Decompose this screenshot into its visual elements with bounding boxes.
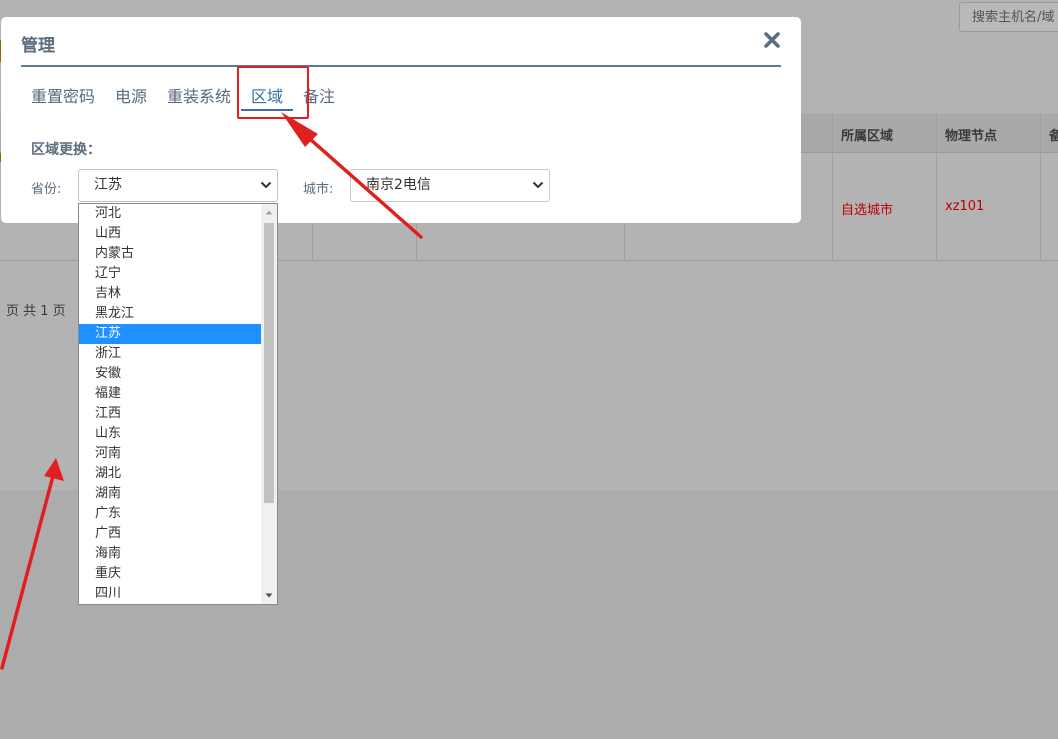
province-option[interactable]: 河北 bbox=[79, 204, 261, 224]
column-header-region: 所属区域 bbox=[841, 129, 894, 144]
column-header-notes: 备 bbox=[1049, 129, 1058, 144]
province-select[interactable]: 江苏 bbox=[78, 169, 278, 202]
cell-region: 自选城市 bbox=[841, 203, 894, 218]
province-option[interactable]: 山东 bbox=[79, 424, 261, 444]
chevron-down-icon bbox=[260, 181, 272, 189]
province-option[interactable]: 广西 bbox=[79, 524, 261, 544]
close-icon bbox=[764, 32, 780, 48]
province-option[interactable]: 浙江 bbox=[79, 344, 261, 364]
province-option[interactable]: 海南 bbox=[79, 544, 261, 564]
tab-power[interactable]: 电源 bbox=[115, 83, 147, 107]
title-divider bbox=[21, 65, 781, 67]
city-label: 城市: bbox=[303, 182, 334, 197]
cell-node: xz101 bbox=[945, 199, 985, 214]
province-dropdown-list[interactable]: 河北 山西 内蒙古 辽宁 吉林 黑龙江 江苏 浙江 安徽 福建 江西 山东 河南… bbox=[78, 203, 278, 605]
province-option[interactable]: 重庆 bbox=[79, 564, 261, 584]
province-option[interactable]: 内蒙古 bbox=[79, 244, 261, 264]
city-select[interactable]: 南京2电信 bbox=[350, 169, 550, 202]
chevron-down-icon bbox=[532, 181, 544, 189]
province-option[interactable]: 黑龙江 bbox=[79, 304, 261, 324]
close-button[interactable] bbox=[761, 29, 783, 51]
province-label: 省份: bbox=[31, 182, 62, 197]
province-option[interactable]: 湖南 bbox=[79, 484, 261, 504]
scrollbar-thumb[interactable] bbox=[264, 223, 274, 503]
city-select-value: 南京2电信 bbox=[366, 177, 431, 193]
province-option[interactable]: 福建 bbox=[79, 384, 261, 404]
region-change-label: 区域更换： bbox=[31, 142, 101, 158]
column-header-node: 物理节点 bbox=[945, 129, 998, 144]
dropdown-scrollbar[interactable] bbox=[261, 204, 277, 604]
scroll-down-arrow-icon[interactable] bbox=[261, 587, 277, 604]
province-option[interactable]: 吉林 bbox=[79, 284, 261, 304]
table-divider bbox=[832, 114, 833, 260]
province-option[interactable]: 山西 bbox=[79, 224, 261, 244]
modal-title: 管理 bbox=[21, 36, 55, 56]
annotation-highlight-box bbox=[237, 66, 309, 119]
host-search-input[interactable]: 搜索主机名/域 bbox=[959, 2, 1058, 32]
province-option[interactable]: 湖北 bbox=[79, 464, 261, 484]
tab-reinstall-system[interactable]: 重装系统 bbox=[167, 83, 231, 107]
province-option[interactable]: 四川 bbox=[79, 584, 261, 604]
province-option[interactable]: 广东 bbox=[79, 504, 261, 524]
province-option[interactable]: 河南 bbox=[79, 444, 261, 464]
scroll-up-arrow-icon[interactable] bbox=[261, 204, 277, 221]
province-option-selected[interactable]: 江苏 bbox=[79, 324, 261, 344]
manage-modal: 管理 重置密码 电源 重装系统 区域 备注 区域更换： 省份: 江苏 城市: 南… bbox=[1, 17, 801, 223]
table-divider bbox=[936, 114, 937, 260]
province-option[interactable]: 辽宁 bbox=[79, 264, 261, 284]
province-option[interactable]: 江西 bbox=[79, 404, 261, 424]
tab-reset-password[interactable]: 重置密码 bbox=[31, 83, 95, 107]
province-option[interactable]: 安徽 bbox=[79, 364, 261, 384]
table-divider bbox=[1040, 114, 1041, 260]
pagination-text: 页 共 1 页 bbox=[6, 304, 66, 319]
province-select-value: 江苏 bbox=[94, 177, 122, 193]
